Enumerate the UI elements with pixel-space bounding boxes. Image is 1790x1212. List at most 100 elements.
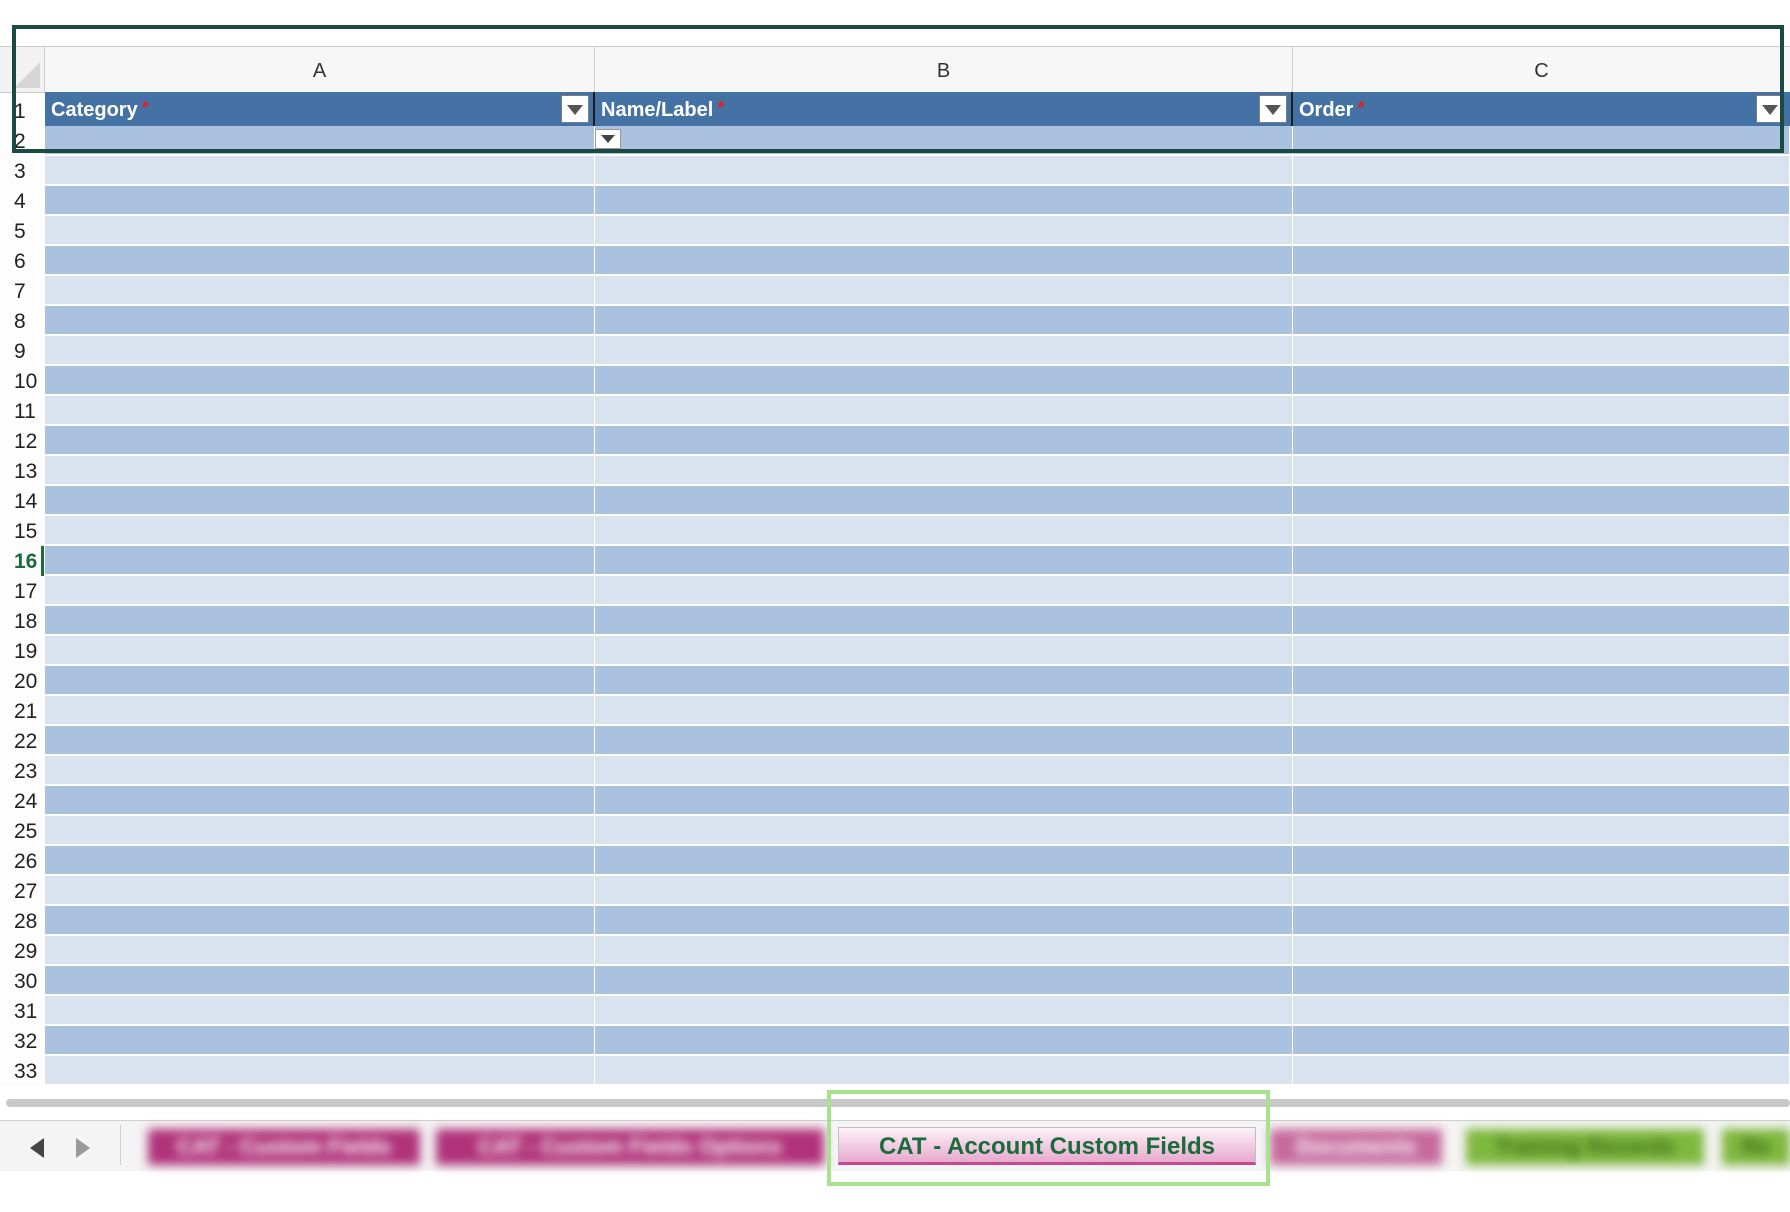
table-cell[interactable] bbox=[45, 576, 595, 605]
table-cell[interactable] bbox=[45, 666, 595, 695]
table-cell[interactable] bbox=[1293, 876, 1790, 905]
table-cell[interactable] bbox=[45, 156, 595, 185]
column-header-a[interactable]: A bbox=[45, 47, 595, 92]
table-cell[interactable] bbox=[1293, 696, 1790, 725]
sheet-tab-training-records[interactable]: Training Records bbox=[1466, 1129, 1704, 1165]
table-cell[interactable] bbox=[595, 906, 1293, 935]
row-header[interactable]: 14 bbox=[0, 486, 44, 516]
next-sheet-icon[interactable] bbox=[76, 1138, 90, 1158]
table-cell[interactable] bbox=[45, 126, 595, 155]
table-cell[interactable] bbox=[1293, 726, 1790, 755]
previous-sheet-icon[interactable] bbox=[30, 1138, 44, 1158]
table-cell[interactable] bbox=[1293, 546, 1790, 575]
table-cell[interactable] bbox=[595, 546, 1293, 575]
table-cell[interactable] bbox=[1293, 306, 1790, 335]
table-cell[interactable] bbox=[595, 486, 1293, 515]
table-cell[interactable] bbox=[45, 366, 595, 395]
table-cell[interactable] bbox=[1293, 216, 1790, 245]
row-header[interactable]: 10 bbox=[0, 366, 44, 396]
table-cell[interactable] bbox=[45, 786, 595, 815]
sheet-tab-custom-fields[interactable]: CAT - Custom Fields bbox=[148, 1129, 420, 1165]
cell-dropdown-button[interactable] bbox=[595, 129, 621, 149]
table-cell[interactable] bbox=[45, 966, 595, 995]
row-header[interactable]: 6 bbox=[0, 246, 44, 276]
table-cell[interactable] bbox=[1293, 906, 1790, 935]
table-cell[interactable] bbox=[595, 1026, 1293, 1055]
table-cell[interactable] bbox=[1293, 516, 1790, 545]
table-cell[interactable] bbox=[595, 336, 1293, 365]
table-cell[interactable] bbox=[595, 216, 1293, 245]
table-cell[interactable] bbox=[45, 306, 595, 335]
table-cell[interactable] bbox=[595, 426, 1293, 455]
table-cell[interactable] bbox=[1293, 936, 1790, 965]
column-header-c[interactable]: C bbox=[1293, 47, 1790, 92]
row-header[interactable]: 12 bbox=[0, 426, 44, 456]
table-cell[interactable] bbox=[595, 696, 1293, 725]
table-cell[interactable] bbox=[45, 756, 595, 785]
row-header[interactable]: 4 bbox=[0, 186, 44, 216]
row-header[interactable]: 7 bbox=[0, 276, 44, 306]
row-header[interactable]: 23 bbox=[0, 756, 44, 786]
table-cell[interactable] bbox=[45, 216, 595, 245]
table-cell[interactable] bbox=[1293, 966, 1790, 995]
table-cell[interactable] bbox=[595, 366, 1293, 395]
table-cell[interactable] bbox=[595, 396, 1293, 425]
row-header[interactable]: 26 bbox=[0, 846, 44, 876]
table-cell[interactable] bbox=[45, 996, 595, 1025]
table-cell[interactable] bbox=[45, 606, 595, 635]
table-cell[interactable] bbox=[1293, 636, 1790, 665]
header-cell-category[interactable]: Category * bbox=[45, 92, 595, 128]
table-cell[interactable] bbox=[595, 816, 1293, 845]
row-header[interactable]: 15 bbox=[0, 516, 44, 546]
table-cell[interactable] bbox=[595, 666, 1293, 695]
table-cell[interactable] bbox=[1293, 456, 1790, 485]
table-cell[interactable] bbox=[45, 246, 595, 275]
table-cell[interactable] bbox=[595, 996, 1293, 1025]
row-header[interactable]: 27 bbox=[0, 876, 44, 906]
row-header[interactable]: 33 bbox=[0, 1056, 44, 1086]
row-header[interactable]: 5 bbox=[0, 216, 44, 246]
table-cell[interactable] bbox=[1293, 276, 1790, 305]
table-cell[interactable] bbox=[595, 846, 1293, 875]
table-cell[interactable] bbox=[1293, 246, 1790, 275]
row-header[interactable]: 2 bbox=[0, 126, 44, 156]
row-header[interactable]: 18 bbox=[0, 606, 44, 636]
table-cell[interactable] bbox=[45, 336, 595, 365]
table-cell[interactable] bbox=[595, 786, 1293, 815]
sheet-tab-documents[interactable]: Documents bbox=[1270, 1129, 1442, 1165]
table-cell[interactable] bbox=[1293, 426, 1790, 455]
table-cell[interactable] bbox=[595, 606, 1293, 635]
table-cell[interactable] bbox=[1293, 156, 1790, 185]
row-header[interactable]: 25 bbox=[0, 816, 44, 846]
header-cell-name-label[interactable]: Name/Label * bbox=[595, 92, 1293, 128]
table-cell[interactable] bbox=[595, 156, 1293, 185]
row-header[interactable]: 8 bbox=[0, 306, 44, 336]
table-cell[interactable] bbox=[45, 696, 595, 725]
row-header[interactable]: 13 bbox=[0, 456, 44, 486]
row-header[interactable]: 9 bbox=[0, 336, 44, 366]
row-header[interactable]: 32 bbox=[0, 1026, 44, 1056]
row-header[interactable]: 17 bbox=[0, 576, 44, 606]
filter-dropdown-button[interactable] bbox=[561, 95, 589, 123]
table-cell[interactable] bbox=[595, 636, 1293, 665]
header-cell-order[interactable]: Order * bbox=[1293, 92, 1790, 128]
row-header[interactable]: 30 bbox=[0, 966, 44, 996]
table-cell[interactable] bbox=[45, 726, 595, 755]
table-cell[interactable] bbox=[45, 1026, 595, 1055]
table-cell[interactable] bbox=[595, 1056, 1293, 1085]
table-cell[interactable] bbox=[45, 546, 595, 575]
row-header[interactable]: 22 bbox=[0, 726, 44, 756]
table-cell[interactable] bbox=[1293, 486, 1790, 515]
table-cell[interactable] bbox=[595, 516, 1293, 545]
table-cell[interactable] bbox=[1293, 396, 1790, 425]
row-header[interactable]: 19 bbox=[0, 636, 44, 666]
row-header[interactable]: 1 bbox=[0, 96, 44, 126]
table-cell[interactable] bbox=[595, 876, 1293, 905]
select-all-corner[interactable] bbox=[0, 47, 45, 92]
table-cell[interactable] bbox=[45, 636, 595, 665]
table-cell[interactable] bbox=[45, 276, 595, 305]
table-cell[interactable] bbox=[595, 756, 1293, 785]
table-cell[interactable] bbox=[595, 936, 1293, 965]
table-cell[interactable] bbox=[45, 906, 595, 935]
row-header[interactable]: 29 bbox=[0, 936, 44, 966]
